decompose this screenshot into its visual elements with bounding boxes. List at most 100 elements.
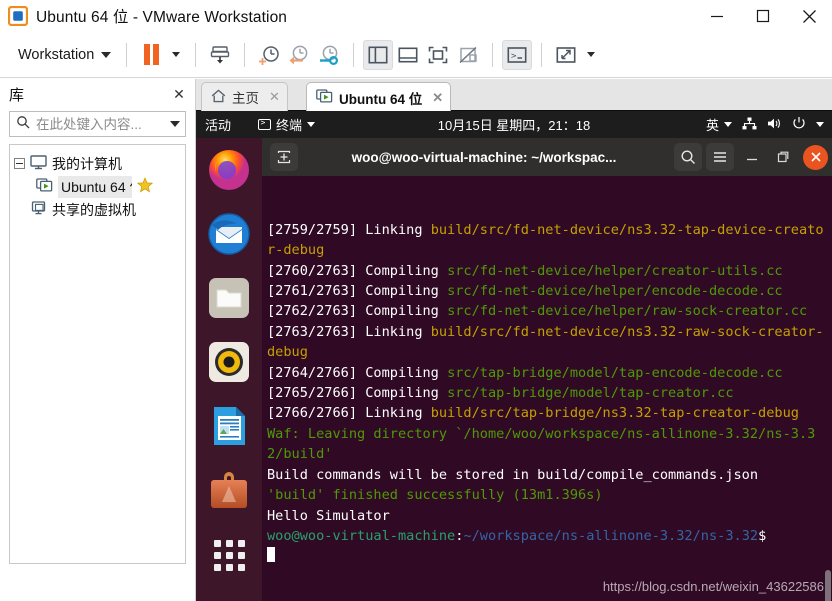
tree-item-ubuntu-vm[interactable]: Ubuntu 64 位 [14, 175, 181, 198]
network-icon[interactable] [742, 117, 757, 133]
revert-snapshot-button[interactable] [284, 40, 314, 70]
search-icon [16, 115, 30, 134]
terminal-minimize-button[interactable] [739, 144, 765, 170]
collapse-icon[interactable] [14, 158, 25, 169]
toolbar-separator [195, 42, 197, 67]
terminal-line: [2763/2763] Linking build/src/fd-net-dev… [267, 323, 824, 361]
close-button[interactable] [786, 0, 832, 32]
fullscreen-button[interactable] [551, 40, 581, 70]
thunderbird-icon[interactable] [207, 212, 251, 256]
toolbar-separator [492, 42, 494, 67]
library-title: 库 [9, 86, 25, 104]
hamburger-menu-icon[interactable] [706, 143, 734, 171]
power-icon[interactable] [792, 116, 806, 133]
terminal-maximize-button[interactable] [770, 144, 796, 170]
chevron-down-icon [724, 122, 732, 127]
terminal-titlebar: woo@woo-virtual-machine: ~/workspac... [262, 138, 832, 176]
input-method-indicator[interactable]: 英 [706, 115, 732, 134]
tab-label: 主页 [232, 91, 259, 106]
window-controls [694, 0, 832, 32]
maximize-button[interactable] [740, 0, 786, 32]
terminal-line: [2761/2763] Compiling src/fd-net-device/… [267, 283, 783, 300]
main-toolbar: Workstation > [0, 32, 832, 78]
window-titlebar: Ubuntu 64 位 - VMware Workstation [0, 0, 832, 32]
guest-screen[interactable]: 活动 终端 10月15日 星期四，21：18 英 [196, 111, 832, 601]
library-panel: 库 ✕ 在此处键入内容... 我的计算机 Ubuntu 64 共享的虚拟机 [0, 79, 196, 601]
tab-ubuntu-64[interactable]: Ubuntu 64 位 ✕ [306, 82, 452, 112]
home-icon [211, 88, 226, 106]
terminal-line: woo@woo-virtual-machine:~/workspace/ns-a… [267, 527, 775, 544]
favorite-star-icon[interactable] [136, 177, 154, 196]
terminal-lines: [2759/2759] Linking build/src/fd-net-dev… [267, 220, 824, 567]
terminal-search-icon[interactable] [674, 143, 702, 171]
rhythmbox-icon[interactable] [207, 340, 251, 384]
app-menu-button[interactable]: 终端 [258, 115, 316, 134]
tab-close-button[interactable]: ✕ [269, 89, 280, 105]
chevron-down-icon [101, 51, 112, 58]
chevron-down-icon [307, 122, 316, 127]
tree-item-label: Ubuntu 64 位 [58, 175, 132, 198]
terminal-close-button[interactable] [803, 144, 828, 170]
terminal-icon [258, 118, 272, 130]
library-close-button[interactable]: ✕ [171, 86, 187, 103]
libreoffice-writer-icon[interactable] [207, 404, 251, 448]
send-ctrl-alt-del-button[interactable] [205, 40, 235, 70]
toolbar-separator [541, 42, 543, 67]
show-thumbnail-bar-button[interactable] [393, 40, 423, 70]
workstation-menu-label: Workstation [18, 46, 95, 63]
vmware-workstation-window: Ubuntu 64 位 - VMware Workstation Worksta… [0, 0, 832, 601]
terminal-line: Waf: Leaving directory `/home/woo/worksp… [267, 425, 816, 463]
activities-button[interactable]: 活动 [205, 115, 231, 134]
workstation-menu-button[interactable]: Workstation [12, 43, 117, 67]
unity-mode-button[interactable]: > [502, 39, 533, 70]
clock[interactable]: 10月15日 星期四，21：18 [438, 115, 590, 134]
computer-icon [30, 154, 47, 173]
chevron-down-icon[interactable] [816, 122, 824, 127]
tree-item-my-computer[interactable]: 我的计算机 [14, 152, 181, 175]
manage-snapshots-button[interactable] [314, 40, 344, 70]
tab-label: Ubuntu 64 位 [339, 91, 423, 107]
take-snapshot-button[interactable] [254, 40, 284, 70]
minimize-button[interactable] [694, 0, 740, 32]
watermark: https://blog.csdn.net/weixin_43622586 [602, 578, 824, 594]
terminal-title: woo@woo-virtual-machine: ~/workspac... [351, 149, 617, 165]
svg-text:>: > [511, 51, 517, 61]
terminal-line: Build commands will be stored in build/c… [267, 466, 759, 483]
tree-item-label: 共享的虚拟机 [52, 201, 136, 218]
terminal-line: [2765/2766] Compiling src/tap-bridge/mod… [267, 385, 734, 402]
chevron-down-icon [172, 52, 181, 57]
firefox-icon[interactable] [207, 148, 251, 192]
show-applications-icon[interactable] [207, 532, 251, 576]
ubuntu-software-icon[interactable] [207, 468, 251, 512]
vm-running-icon [316, 88, 333, 107]
terminal-line: [2759/2759] Linking build/src/fd-net-dev… [267, 221, 824, 259]
show-console-view-button[interactable] [423, 40, 453, 70]
tab-close-button[interactable]: ✕ [432, 90, 443, 106]
window-title: Ubuntu 64 位 - VMware Workstation [36, 9, 288, 26]
toolbar-separator [244, 42, 246, 67]
volume-icon[interactable] [767, 117, 782, 133]
library-search-box[interactable] [9, 111, 186, 137]
terminal-window[interactable]: woo@woo-virtual-machine: ~/workspac... [… [262, 138, 832, 601]
pause-button[interactable] [136, 40, 166, 70]
fullscreen-dropdown-button[interactable] [581, 40, 601, 70]
pause-dropdown-button[interactable] [166, 40, 186, 70]
terminal-line: [2764/2766] Compiling src/tap-bridge/mod… [267, 364, 783, 381]
vm-tab-strip: 主页 ✕ Ubuntu 64 位 ✕ [196, 79, 832, 112]
app-menu-label: 终端 [276, 118, 303, 133]
chevron-down-icon[interactable] [170, 121, 180, 127]
terminal-scrollbar[interactable] [825, 216, 831, 601]
new-tab-icon[interactable] [270, 143, 298, 171]
chevron-down-icon [587, 52, 596, 57]
terminal-line: Hello Simulator [267, 507, 390, 524]
tree-item-shared-vms[interactable]: 共享的虚拟机 [14, 198, 181, 221]
tab-home[interactable]: 主页 ✕ [201, 82, 288, 111]
library-search-input[interactable] [36, 116, 164, 132]
terminal-output[interactable]: [2759/2759] Linking build/src/fd-net-dev… [262, 176, 832, 601]
show-library-button[interactable] [363, 39, 394, 70]
files-icon[interactable] [207, 276, 251, 320]
terminal-line: [2766/2766] Linking build/src/tap-bridge… [267, 405, 799, 422]
terminal-line: [2760/2763] Compiling src/fd-net-device/… [267, 262, 783, 279]
terminal-line: [2762/2763] Compiling src/fd-net-device/… [267, 303, 808, 320]
hide-console-view-button[interactable] [453, 40, 483, 70]
